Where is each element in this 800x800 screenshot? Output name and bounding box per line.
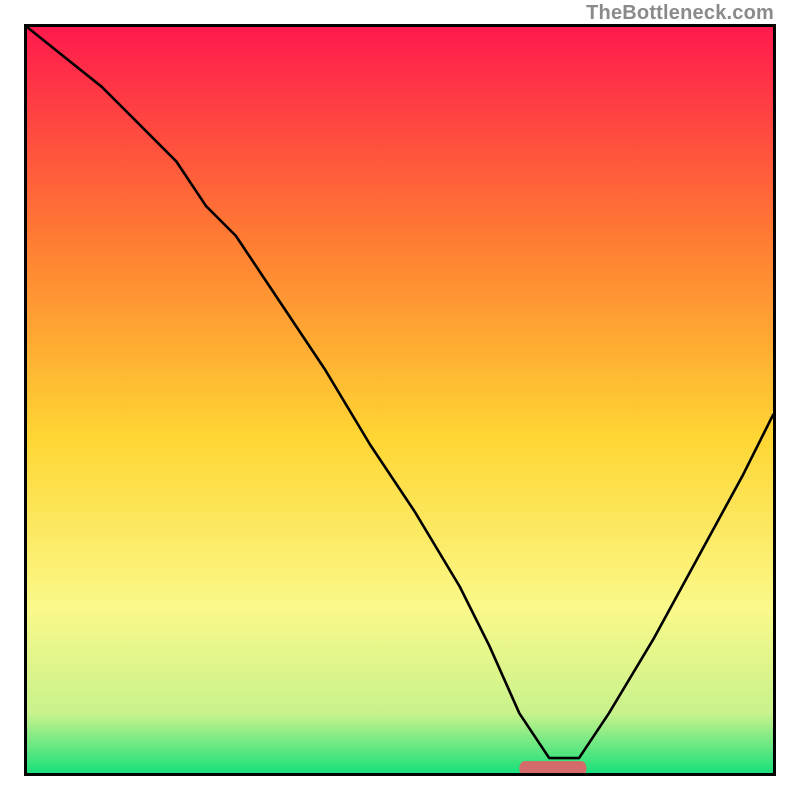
watermark-text: TheBottleneck.com xyxy=(586,2,774,25)
curve-layer xyxy=(27,27,773,773)
bottleneck-curve xyxy=(27,27,773,758)
plot-area xyxy=(24,24,776,776)
trough-marker xyxy=(519,761,586,773)
chart-frame: TheBottleneck.com xyxy=(0,0,800,800)
